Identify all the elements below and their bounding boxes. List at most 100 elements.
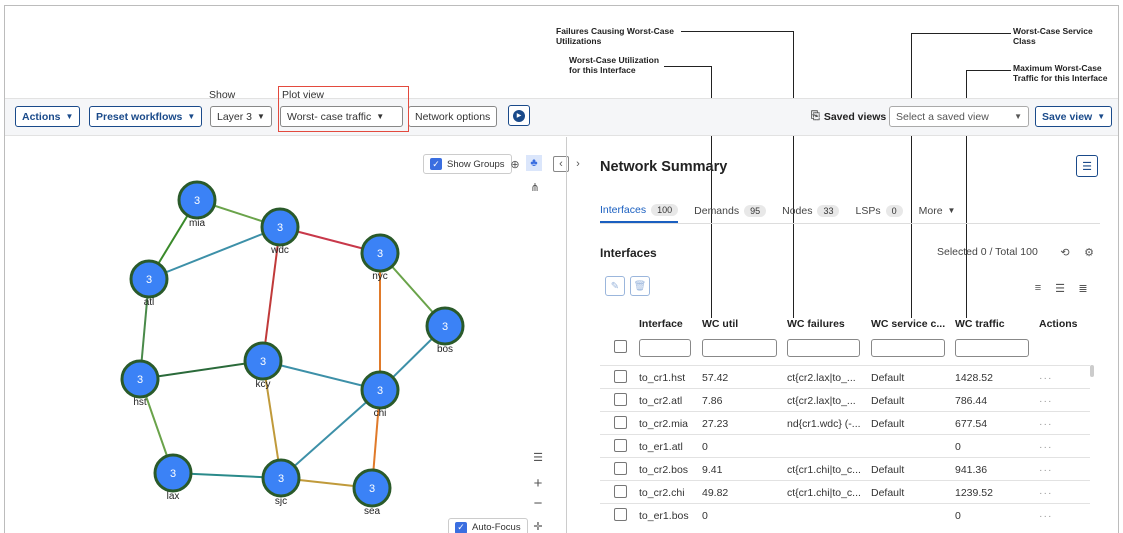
- table-cell: to_cr2.chi: [639, 487, 685, 499]
- table-cell: to_cr2.bos: [639, 464, 689, 476]
- table-cell: to_er1.atl: [639, 441, 683, 453]
- node-atl[interactable]: 3 atl: [129, 259, 169, 308]
- row-actions-menu[interactable]: ···: [1039, 418, 1053, 430]
- column-header: WC failures: [787, 318, 845, 330]
- fit-view-icon[interactable]: ✛: [530, 518, 546, 533]
- column-header: Interface: [639, 318, 683, 330]
- row-checkbox[interactable]: [614, 485, 627, 498]
- table-row[interactable]: to_er1.atl 0 0 ···: [600, 434, 1090, 457]
- saved-view-select[interactable]: Select a saved view ▼: [889, 106, 1029, 127]
- layer-select[interactable]: Layer 3 ▼: [210, 106, 272, 127]
- link-atl-wdc: [148, 226, 281, 280]
- tab-interfaces[interactable]: Interfaces 100: [600, 198, 679, 223]
- actions-button[interactable]: Actions ▼: [15, 106, 81, 127]
- chevron-down-icon: ▼: [1097, 112, 1106, 121]
- table-row[interactable]: to_cr2.chi 49.82 ct{cr1.chi|to_c... Default…: [600, 480, 1090, 503]
- row-checkbox[interactable]: [614, 462, 627, 475]
- row-actions-menu[interactable]: ···: [1039, 372, 1053, 384]
- preset-label: Preset workflows: [96, 110, 183, 123]
- chevron-down-icon: ▼: [187, 112, 196, 121]
- tab-demands[interactable]: Demands 95: [694, 198, 767, 223]
- table-cell: 27.23: [702, 418, 729, 430]
- list-icon[interactable]: ☰: [530, 449, 546, 465]
- edit-icon[interactable]: ✎: [605, 276, 625, 296]
- column-header: WC util: [702, 318, 739, 330]
- table-cell: Default: [871, 487, 905, 499]
- refresh-icon[interactable]: ⟲: [1057, 244, 1073, 260]
- tab-label: LSPs: [855, 204, 881, 217]
- plot-view-highlight: [278, 86, 409, 132]
- network-options-button[interactable]: Network options: [408, 106, 498, 127]
- node-label: hst: [133, 397, 147, 408]
- toolbar: Actions ▼ Preset workflows ▼ Layer 3 ▼ Wors…: [5, 98, 1118, 136]
- row-checkbox[interactable]: [614, 416, 627, 429]
- table-cell: to_cr2.atl: [639, 395, 683, 407]
- node-count: 3: [377, 248, 383, 260]
- list-view-icon[interactable]: ☰: [1076, 155, 1098, 177]
- topology-pane: ✓ Show Groups ⊕ ♣ ‹ › ⋔ 3 mia 3 wdc 3 ny…: [5, 137, 580, 533]
- row-actions-menu[interactable]: ···: [1039, 395, 1053, 407]
- scrollbar[interactable]: [1090, 365, 1094, 377]
- node-label: chi: [374, 408, 387, 419]
- node-count: 3: [442, 321, 448, 333]
- filter-input[interactable]: [871, 339, 945, 357]
- settings-icon[interactable]: ⚙: [1081, 244, 1097, 260]
- row-checkbox[interactable]: [614, 439, 627, 452]
- filter-input[interactable]: [955, 339, 1029, 357]
- filter-input[interactable]: [787, 339, 860, 357]
- node-count: 3: [194, 195, 200, 207]
- node-sjc[interactable]: 3 sjc: [261, 458, 301, 507]
- filter-input[interactable]: [639, 339, 691, 357]
- tab-nodes[interactable]: Nodes 33: [782, 198, 840, 223]
- row-checkbox[interactable]: [614, 508, 627, 521]
- filter-input[interactable]: [702, 339, 777, 357]
- node-label: atl: [144, 297, 155, 308]
- tab-more[interactable]: More ▼: [919, 198, 956, 223]
- tab-count-badge: 95: [744, 204, 767, 217]
- table-cell: 1239.52: [955, 487, 993, 499]
- node-count: 3: [369, 483, 375, 495]
- table-row[interactable]: to_cr1.hst 57.42 ct{cr2.lax|to_... Default 1…: [600, 365, 1090, 388]
- table-row[interactable]: to_cr2.bos 9.41 ct{cr1.chi|to_c... Default 9…: [600, 457, 1090, 480]
- node-lax[interactable]: 3 lax: [153, 453, 193, 502]
- row-actions-menu[interactable]: ···: [1039, 441, 1053, 453]
- preset-workflows-button[interactable]: Preset workflows ▼: [89, 106, 203, 127]
- node-count: 3: [260, 356, 266, 368]
- run-button[interactable]: ▶: [508, 105, 530, 126]
- save-view-button[interactable]: Save view ▼: [1035, 106, 1113, 127]
- table-cell: Default: [871, 395, 905, 407]
- node-kcy[interactable]: 3 kcy: [243, 341, 283, 390]
- node-bos[interactable]: 3 bos: [425, 306, 465, 355]
- filter-icon[interactable]: ≡: [1030, 280, 1046, 296]
- node-nyc[interactable]: 3 nyc: [360, 233, 400, 282]
- row-checkbox[interactable]: [614, 370, 627, 383]
- row-checkbox[interactable]: [614, 393, 627, 406]
- node-wdc[interactable]: 3 wdc: [260, 207, 300, 256]
- chevron-down-icon: ▼: [65, 112, 74, 121]
- row-actions-menu[interactable]: ···: [1039, 510, 1053, 522]
- table-cell: 0: [702, 441, 708, 453]
- actions-label: Actions: [22, 110, 61, 123]
- node-sea[interactable]: 3 sea: [352, 468, 392, 517]
- zoom-in-icon[interactable]: +: [530, 475, 546, 492]
- checkbox-checked-icon: ✓: [455, 521, 467, 533]
- tab-label: More: [918, 204, 943, 217]
- table-row[interactable]: to_cr2.mia 27.23 nd{cr1.wdc} (-... Default 6…: [600, 411, 1090, 434]
- list-icon[interactable]: ☰: [1052, 280, 1068, 296]
- table-row[interactable]: to_er1.bos 0 0 ···: [600, 503, 1090, 526]
- node-chi[interactable]: 3 chi: [360, 370, 400, 419]
- delete-icon[interactable]: 🗑: [630, 276, 650, 296]
- auto-focus-toggle[interactable]: ✓ Auto-Focus: [448, 518, 528, 533]
- node-hst[interactable]: 3 hst: [120, 359, 160, 408]
- layer-label: Layer 3: [217, 110, 253, 123]
- table-row[interactable]: to_cr2.atl 7.86 ct{cr2.lax|to_... Default 78…: [600, 388, 1090, 411]
- table-cell: ct{cr1.chi|to_c...: [787, 464, 861, 476]
- row-actions-menu[interactable]: ···: [1039, 464, 1053, 476]
- select-all-checkbox[interactable]: [614, 340, 627, 353]
- zoom-out-icon[interactable]: −: [530, 495, 546, 512]
- tab-lsps[interactable]: LSPs 0: [855, 198, 903, 223]
- row-actions-menu[interactable]: ···: [1039, 487, 1053, 499]
- selection-count: Selected 0 / Total 100: [937, 246, 1038, 258]
- app-window: Show Plot view Actions ▼ Preset workflows…: [4, 5, 1119, 533]
- density-icon[interactable]: ≣: [1075, 280, 1091, 296]
